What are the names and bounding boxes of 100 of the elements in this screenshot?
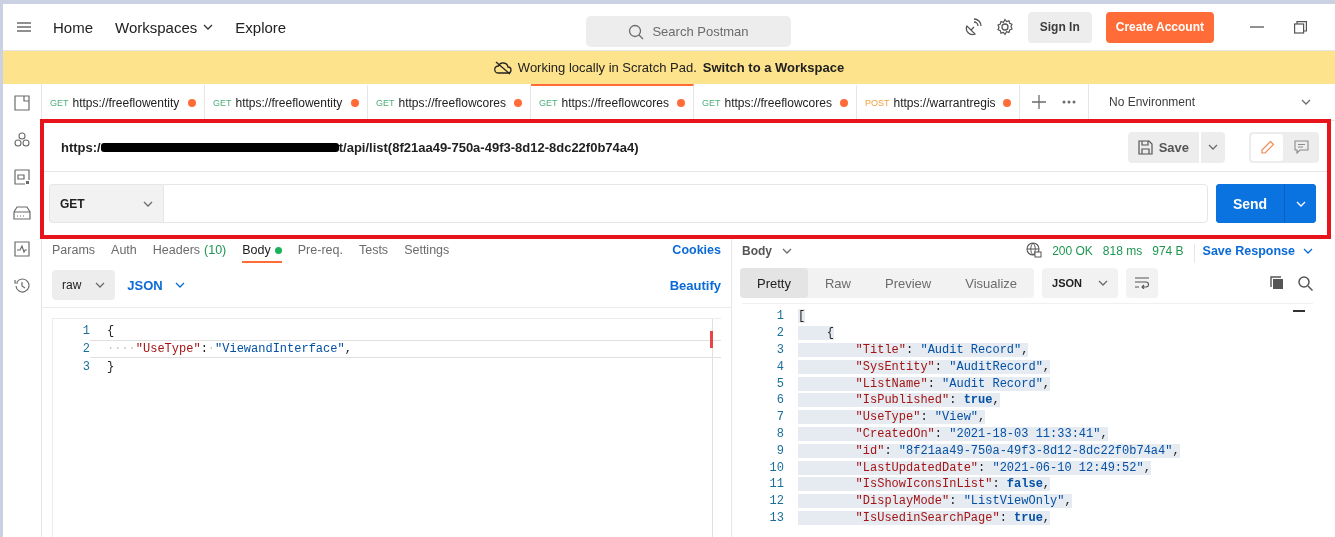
apis-icon[interactable] [14, 132, 30, 148]
method-label: GET [539, 98, 558, 108]
line-number: 8 [775, 426, 784, 441]
search-icon[interactable] [1298, 275, 1313, 291]
pencil-icon [1259, 139, 1275, 155]
chevron-down-icon [174, 282, 185, 288]
line-number: 2 [81, 342, 90, 356]
line-number: 9 [775, 443, 784, 458]
url-text: t/api/list(8f21aa49-750a-49f3-8d12-8dc22f0b74a4) [338, 139, 639, 155]
request-tab[interactable]: GET https://freeflowcores [531, 84, 694, 120]
save-response-button[interactable]: Save Response [1193, 244, 1313, 263]
response-size: 974 B [1152, 244, 1184, 260]
nav-link[interactable]: Workspaces [115, 18, 214, 36]
environment-icon[interactable] [14, 169, 30, 185]
method-label: GET [702, 98, 721, 108]
url-text: https:/ [61, 139, 101, 155]
beautify-link[interactable]: Beautify [669, 277, 721, 293]
code-editor[interactable]: 1 { 2 ····"UseType":·"ViewandInterface", 3 } [52, 318, 721, 537]
line-number: 4 [775, 359, 784, 374]
line-number: 1 [81, 324, 90, 338]
error-marker [710, 331, 713, 348]
chevron-down-icon [782, 248, 792, 254]
tab-url: https://freeflowentity [235, 96, 344, 110]
copy-icon[interactable] [1270, 276, 1284, 290]
response-time: 818 ms [1102, 244, 1143, 260]
line-number: 2 [775, 326, 784, 341]
line-number: 12 [768, 494, 784, 509]
method-label: GET [213, 98, 232, 108]
restore-icon[interactable] [1294, 20, 1307, 34]
nav-link[interactable]: Home [53, 18, 93, 36]
chevron-down-icon [1098, 280, 1108, 286]
line-number: 13 [768, 510, 784, 525]
body-mode-select[interactable]: raw [52, 270, 116, 300]
chevron-down-icon [1295, 200, 1306, 207]
tab-url: https://freeflowcores [724, 96, 833, 110]
sign-in-button[interactable]: Sign In [1027, 11, 1092, 43]
view-tab[interactable]: Raw [807, 268, 868, 298]
response-body-select[interactable]: Body [742, 244, 792, 263]
history-icon[interactable] [14, 278, 30, 294]
collection-icon[interactable] [14, 95, 30, 111]
line-number: 11 [768, 477, 784, 492]
method-select[interactable]: GET [49, 184, 163, 223]
code-line: } [107, 360, 115, 374]
request-section-tab[interactable]: Auth [111, 243, 137, 263]
line-number: 5 [775, 376, 784, 391]
tab-url: https://freeflowcores [398, 96, 507, 110]
edit-toggle[interactable] [1251, 133, 1283, 161]
method-label: GET [50, 98, 69, 108]
comment-icon [1293, 140, 1309, 154]
save-icon [1137, 139, 1153, 155]
tab-url: https://freeflowentity [72, 96, 181, 110]
chevron-down-icon [143, 200, 153, 207]
url-input[interactable] [163, 184, 1208, 223]
nav-link[interactable]: Explore [235, 18, 287, 36]
search-field[interactable]: Search Postman [586, 16, 791, 47]
line-number: 7 [775, 410, 784, 425]
status-code: 200 OK [1052, 244, 1093, 260]
request-section-tab[interactable]: Settings [404, 243, 450, 263]
save-button[interactable]: Save [1127, 131, 1199, 163]
cookies-link[interactable]: Cookies [672, 243, 721, 263]
server-icon[interactable] [13, 206, 31, 220]
more-icon[interactable] [1062, 100, 1076, 104]
view-tab[interactable]: Pretty [740, 268, 808, 298]
request-section-tab[interactable]: Params [52, 243, 96, 263]
wrap-icon [1134, 277, 1150, 289]
satellite-icon[interactable] [963, 18, 982, 36]
view-tab[interactable]: Preview [868, 268, 949, 298]
switch-workspace-link[interactable]: Switch to a Workspace [702, 60, 845, 75]
tab-url: https://warrantregis [893, 96, 997, 110]
chevron-down-icon [1303, 248, 1313, 254]
body-format-select[interactable]: JSON [127, 277, 185, 293]
code-line: { [107, 324, 115, 338]
search-icon [628, 23, 645, 40]
cloud-off-icon [493, 60, 512, 75]
line-number: 10 [768, 460, 784, 475]
send-button[interactable]: Send [1216, 184, 1284, 223]
method-label: GET [376, 98, 395, 108]
chevron-down-icon [1208, 144, 1218, 150]
line-number: 3 [81, 360, 90, 374]
format-select[interactable]: JSON [1042, 268, 1118, 298]
request-section-tab[interactable]: Headers (10) [152, 243, 227, 263]
request-section-tab[interactable]: Pre-req. [297, 243, 343, 263]
line-number: 3 [775, 343, 784, 357]
monitor-icon[interactable] [14, 241, 30, 257]
method-label: POST [865, 98, 890, 108]
chevron-down-icon [95, 282, 106, 288]
send-options-button[interactable] [1284, 184, 1316, 223]
add-tab-icon[interactable] [1032, 95, 1046, 109]
line-number: 6 [775, 393, 784, 408]
tab-url: https://freeflowcores [561, 96, 670, 110]
line-number: 1 [775, 309, 784, 324]
menu-icon[interactable] [17, 22, 31, 32]
request-section-tab[interactable]: Tests [358, 243, 389, 263]
code-line: ····"UseType":·"ViewandInterface", [107, 342, 352, 356]
view-tab[interactable]: Visualize [948, 268, 1035, 298]
environment-select[interactable]: No Environment [1089, 84, 1335, 120]
request-section-tab[interactable]: Body [242, 243, 282, 263]
banner-text: Working locally in Scratch Pad. [517, 60, 697, 75]
wrap-lines-button[interactable] [1126, 268, 1158, 298]
settings-icon[interactable] [995, 18, 1014, 36]
